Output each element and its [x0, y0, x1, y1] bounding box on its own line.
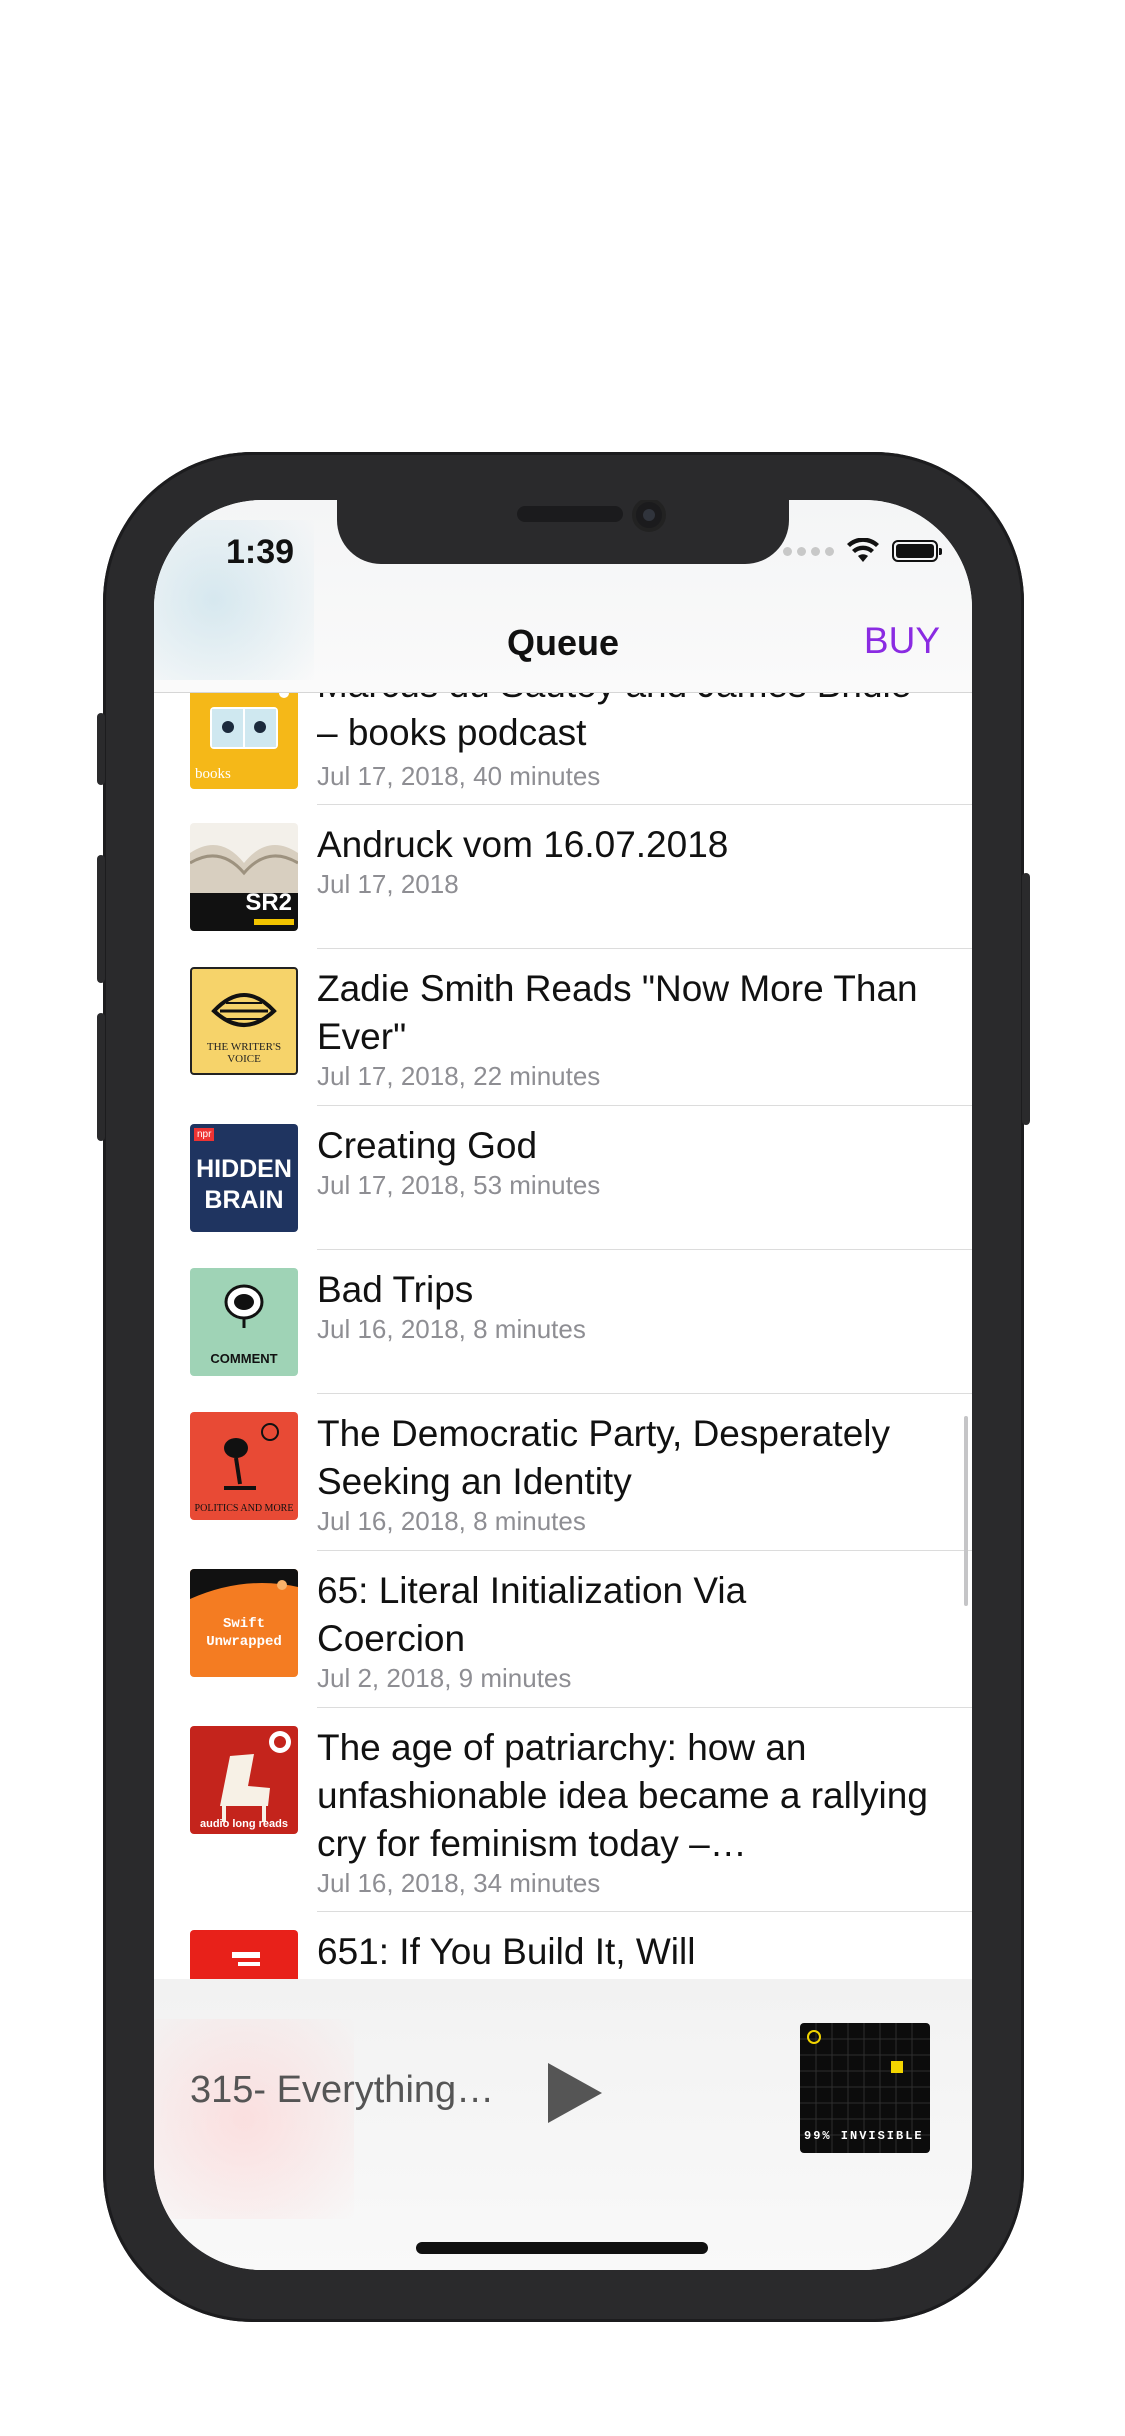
- battery-icon: [892, 540, 942, 562]
- sr2-art: SR2: [190, 823, 298, 931]
- episode-title: The age of patriarchy: how an unfashiona…: [317, 1727, 928, 1864]
- episode-title: Bad Trips: [317, 1269, 474, 1310]
- episode-title: The Democratic Party, Desperately Seekin…: [317, 1413, 891, 1502]
- notch: [337, 500, 789, 564]
- screen: 1:39 Queue BUY books Ma: [154, 500, 972, 2270]
- signal-icon: [783, 546, 834, 556]
- list-item[interactable]: SR2 Andruck vom 16.07.2018 Jul 17, 2018: [154, 805, 972, 949]
- mini-player[interactable]: 315- Everything… 99% INVISIBLE: [154, 1979, 972, 2270]
- list-item[interactable]: COMMENT Bad Trips Jul 16, 2018, 8 minute…: [154, 1250, 972, 1394]
- guardian-books-art: books: [190, 693, 298, 789]
- scroll-indicator[interactable]: [964, 1416, 968, 1606]
- list-item[interactable]: books Marcus du Sautoy and James Bridle …: [154, 693, 972, 805]
- now-playing-title: 315- Everything…: [190, 2069, 495, 2111]
- wifi-icon: [847, 538, 879, 562]
- episode-meta: Jul 16, 2018, 34 minutes: [317, 1868, 601, 1898]
- list-item[interactable]: audio long reads The age of patriarchy: …: [154, 1708, 972, 1912]
- episode-meta: Jul 17, 2018, 22 minutes: [317, 1061, 601, 1091]
- audio-long-reads-art: audio long reads: [190, 1726, 298, 1834]
- list-item[interactable]: THE WRITER'S VOICE Zadie Smith Reads "No…: [154, 949, 972, 1106]
- politics-and-more-art: POLITICS AND MORE: [190, 1412, 298, 1520]
- red-podcast-art: [190, 1930, 298, 1979]
- volume-up-button: [97, 855, 105, 983]
- episode-title: Andruck vom 16.07.2018: [317, 824, 729, 865]
- episode-title: 65: Literal Initialization Via Coercion: [317, 1570, 747, 1659]
- volume-down-button: [97, 1013, 105, 1141]
- status-time: 1:39: [226, 533, 295, 571]
- buy-button[interactable]: BUY: [864, 620, 940, 662]
- play-icon[interactable]: [544, 2061, 604, 2125]
- list-item[interactable]: npr HIDDEN BRAIN Creating God Jul 17, 20…: [154, 1106, 972, 1250]
- queue-list[interactable]: books Marcus du Sautoy and James Bridle …: [154, 693, 972, 1979]
- page-title: Queue: [506, 622, 620, 663]
- now-playing-art[interactable]: 99% INVISIBLE: [800, 2023, 930, 2153]
- episode-title: Creating God: [317, 1125, 538, 1166]
- list-item[interactable]: Swift Unwrapped 65: Literal Initializati…: [154, 1551, 972, 1708]
- list-item[interactable]: 651: If You Build It, Will: [154, 1912, 972, 1979]
- list-item[interactable]: POLITICS AND MORE The Democratic Party, …: [154, 1394, 972, 1551]
- side-button: [1022, 873, 1030, 1125]
- mute-switch: [97, 713, 105, 785]
- swift-unwrapped-art: Swift Unwrapped: [190, 1569, 298, 1677]
- status-icons: [783, 538, 942, 564]
- episode-meta: Jul 17, 2018, 53 minutes: [317, 1170, 601, 1200]
- episode-title: 651: If You Build It, Will: [317, 1931, 696, 1972]
- episode-meta: Jul 2, 2018, 9 minutes: [317, 1663, 572, 1693]
- front-camera: [632, 500, 666, 532]
- episode-meta: Jul 16, 2018, 8 minutes: [317, 1314, 586, 1344]
- new-yorker-comment-art: COMMENT: [190, 1268, 298, 1376]
- episode-meta: Jul 17, 2018, 40 minutes: [317, 761, 601, 791]
- hidden-brain-art: npr HIDDEN BRAIN: [190, 1124, 298, 1232]
- episode-meta: Jul 17, 2018: [317, 869, 459, 899]
- writers-voice-art: THE WRITER'S VOICE: [190, 967, 298, 1075]
- episode-meta: Jul 16, 2018, 8 minutes: [317, 1506, 586, 1536]
- episode-title: Zadie Smith Reads "Now More Than Ever": [317, 968, 918, 1057]
- speaker: [517, 506, 623, 522]
- home-indicator[interactable]: [416, 2242, 708, 2254]
- episode-title: Marcus du Sautoy and James Bridle – book…: [317, 693, 911, 753]
